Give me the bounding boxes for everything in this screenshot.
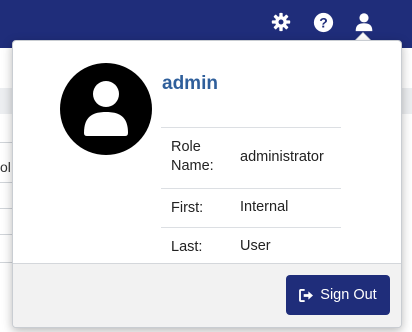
role-name-value: administrator — [240, 149, 324, 165]
svg-text:?: ? — [319, 14, 328, 30]
last-name-label: Last: — [171, 239, 203, 255]
user-avatar-icon — [60, 63, 152, 155]
help-icon[interactable]: ? — [311, 10, 335, 34]
role-name-label: Role Name: — [171, 139, 214, 174]
gear-icon[interactable] — [269, 10, 293, 34]
first-name-label: First: — [171, 200, 204, 216]
sign-out-icon — [299, 288, 314, 302]
user-profile-popover: admin Role Name: administrator First: In… — [12, 40, 402, 328]
sign-out-button[interactable]: Sign Out — [286, 275, 390, 315]
user-icon[interactable] — [352, 10, 376, 34]
first-name-value: Internal — [240, 199, 289, 215]
table-row: Role Name: administrator — [161, 127, 341, 188]
popover-footer: Sign Out — [13, 263, 401, 327]
username: admin — [162, 73, 218, 94]
sign-out-label: Sign Out — [320, 287, 377, 303]
table-row: Last: User — [161, 227, 341, 266]
background-text: ol — [0, 159, 11, 175]
last-name-value: User — [240, 238, 271, 254]
profile-info-table: Role Name: administrator First: Internal… — [161, 127, 341, 266]
table-row: First: Internal — [161, 188, 341, 227]
